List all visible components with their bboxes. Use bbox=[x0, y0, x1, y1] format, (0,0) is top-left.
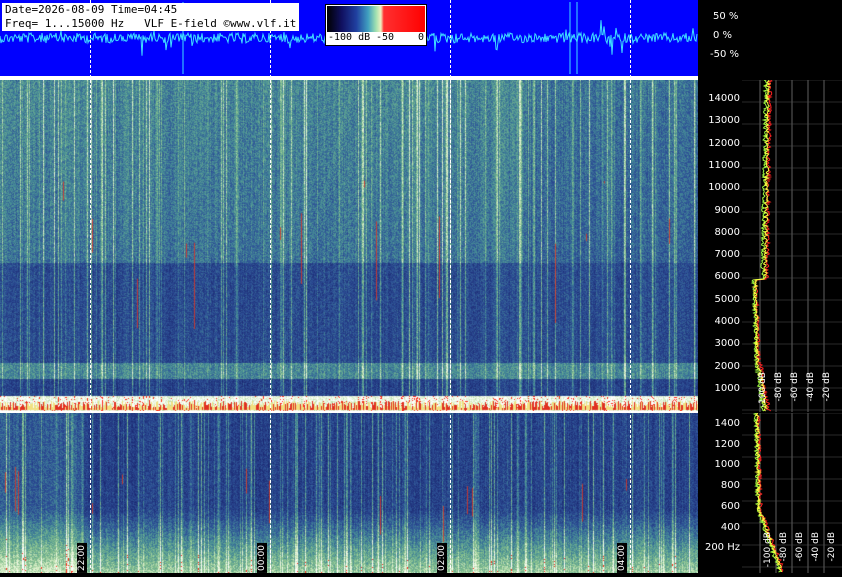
freq-tick-label: 1200 bbox=[714, 438, 740, 450]
profile-db-label: -100 dB bbox=[763, 532, 773, 568]
freq-tick-label: 11000 bbox=[708, 159, 740, 171]
time-gridline bbox=[90, 0, 91, 573]
time-gridline bbox=[450, 0, 451, 573]
freq-tick-label: 8000 bbox=[714, 226, 740, 238]
wave-tick-0: 0 % bbox=[713, 30, 733, 41]
profile-db-label: -60 dB bbox=[795, 532, 805, 562]
freq-tick-label: 7000 bbox=[714, 249, 740, 261]
freq-tick-label: 5000 bbox=[714, 293, 740, 305]
spectrum-profile-top bbox=[742, 79, 842, 412]
profile-db-label: -40 dB bbox=[806, 372, 816, 402]
profile-db-label: -80 dB bbox=[774, 372, 784, 402]
info-box: Date=2026-08-09 Time=04:45 Freq= 1...1500… bbox=[2, 3, 300, 31]
freq-tick-label: 2000 bbox=[714, 360, 740, 372]
freq-tick-label: 9000 bbox=[714, 204, 740, 216]
waveform-panel: Date=2026-08-09 Time=04:45 Freq= 1...1500… bbox=[0, 0, 698, 76]
freq-tick-label: 200 Hz bbox=[704, 542, 740, 554]
profile-db-label: -20 dB bbox=[827, 532, 837, 562]
freq-tick-label: 600 bbox=[720, 500, 740, 512]
wave-tick-minus-50: -50 % bbox=[710, 49, 740, 60]
freq-tick-label: 3000 bbox=[714, 338, 740, 350]
freq-tick-label: 1400 bbox=[714, 418, 740, 429]
time-gridline bbox=[630, 0, 631, 573]
wave-tick-50: 50 % bbox=[713, 11, 739, 22]
freq-tick-label: 1000 bbox=[714, 459, 740, 471]
spectrogram-full-band bbox=[0, 80, 698, 412]
freq-tick-label: 6000 bbox=[714, 271, 740, 283]
profile-db-label: -40 dB bbox=[811, 532, 821, 562]
time-gridline bbox=[270, 0, 271, 573]
time-label-2200: 22:00 bbox=[77, 543, 87, 573]
freq-tick-label: 400 bbox=[720, 521, 740, 533]
freq-tick-label: 4000 bbox=[714, 316, 740, 327]
color-scale-legend: -100 dB -50 0 bbox=[325, 4, 427, 46]
frequency-label: Freq= 1...15000 Hz VLF E-field ©www.vlf.… bbox=[5, 17, 297, 30]
time-label-0000: 00:00 bbox=[257, 543, 267, 573]
date-time-label: Date=2026-08-09 Time=04:45 bbox=[5, 3, 178, 16]
spectrogram-low-band bbox=[0, 413, 698, 573]
color-scale-min-label: -100 dB bbox=[328, 32, 371, 43]
freq-tick-label: 1000 bbox=[714, 382, 740, 394]
time-label-0400: 04:00 bbox=[617, 543, 627, 573]
color-scale-gradient bbox=[327, 6, 425, 32]
freq-tick-label: 12000 bbox=[708, 137, 740, 149]
color-scale-mid-label: -50 bbox=[376, 32, 395, 43]
color-scale-max-label: 0 bbox=[418, 32, 425, 43]
profile-db-label: -20 dB bbox=[822, 372, 832, 402]
profile-db-label: -100 dB bbox=[758, 372, 768, 408]
freq-tick-label: 14000 bbox=[708, 93, 740, 104]
freq-tick-label: 13000 bbox=[708, 115, 740, 127]
profile-db-label: -60 dB bbox=[790, 372, 800, 402]
freq-tick-label: 10000 bbox=[708, 182, 740, 194]
profile-db-label: -80 dB bbox=[779, 532, 789, 562]
freq-tick-label: 800 bbox=[720, 480, 740, 492]
waveform-axis: 50 % 0 % -50 % bbox=[698, 0, 842, 76]
time-label-0200: 02:00 bbox=[437, 543, 447, 573]
